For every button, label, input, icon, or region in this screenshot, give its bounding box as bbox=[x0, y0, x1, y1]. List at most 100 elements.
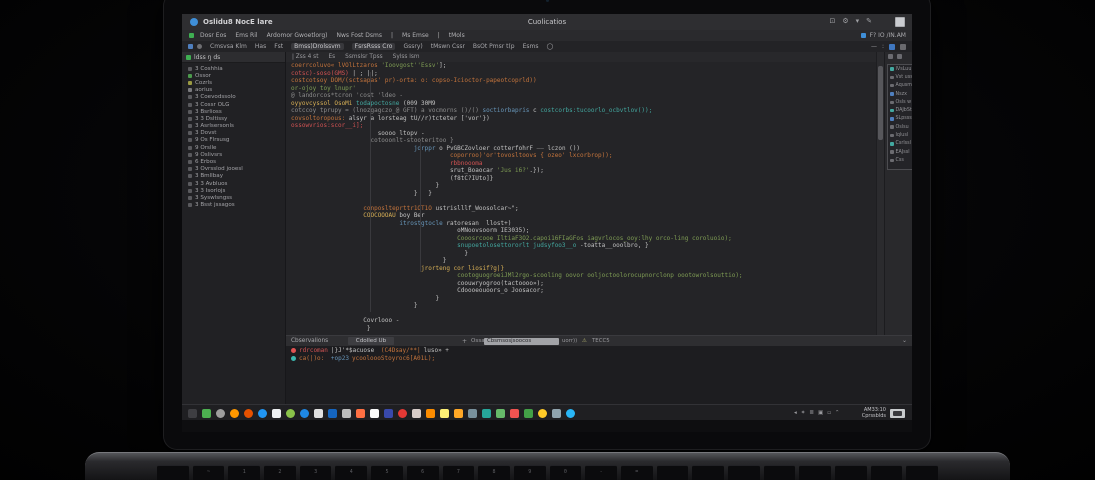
toolbar-item[interactable]: Cmsvsa Klm bbox=[210, 43, 247, 50]
tree-item[interactable]: 9 Orslle bbox=[182, 144, 285, 151]
menu-item[interactable]: | bbox=[391, 32, 393, 39]
tree-item[interactable]: Cozrls bbox=[182, 79, 285, 86]
console-search-box[interactable]: Cbsmsosjsoocos bbox=[484, 338, 559, 345]
structure-sort-icon[interactable] bbox=[897, 54, 902, 59]
taskbar-app-1-icon[interactable] bbox=[188, 409, 197, 418]
tree-item[interactable]: 3 Bsrlioss bbox=[182, 108, 285, 115]
tree-item[interactable]: 3 3 Avbluos bbox=[182, 180, 285, 187]
taskbar-app-8-icon[interactable] bbox=[286, 409, 295, 418]
structure-item[interactable]: Oslsu bbox=[888, 123, 912, 131]
debug-icon[interactable] bbox=[197, 44, 202, 49]
chevron-down-icon[interactable]: ⌄ bbox=[902, 337, 907, 344]
menu-item[interactable]: Ardomor Gwoetlorg) bbox=[267, 32, 328, 39]
editor-tab[interactable]: Sylss lsm bbox=[393, 54, 420, 60]
code-editor[interactable]: coerrcoluvo« lVOlLtzaros 'Ioovgost''Essv… bbox=[286, 62, 876, 335]
toolbar-item[interactable]: Gssry) bbox=[403, 43, 422, 50]
taskbar-app-18-icon[interactable] bbox=[426, 409, 435, 418]
menu-item[interactable]: Ems Ril bbox=[235, 32, 257, 39]
taskbar-app-21-icon[interactable] bbox=[468, 409, 477, 418]
taskbar-app-12-icon[interactable] bbox=[342, 409, 351, 418]
taskbar-app-16-icon[interactable] bbox=[398, 409, 407, 418]
scrollbar-thumb[interactable] bbox=[878, 66, 883, 140]
taskbar-clock[interactable]: AM33:10 Cprssblds bbox=[850, 407, 886, 419]
taskbar-app-25-icon[interactable] bbox=[524, 409, 533, 418]
taskbar-app-24-icon[interactable] bbox=[510, 409, 519, 418]
structure-item[interactable]: IVsLuu bbox=[888, 65, 912, 73]
toolbar-item[interactable]: Esms bbox=[523, 43, 539, 50]
panel-icon[interactable] bbox=[900, 44, 906, 50]
taskbar-app-5-icon[interactable] bbox=[244, 409, 253, 418]
tree-item[interactable]: 3 Syswlsngss bbox=[182, 194, 285, 201]
toolbar-item[interactable]: tMswn Cssr bbox=[431, 43, 465, 50]
tree-item[interactable]: 3 Ovrsslod jooesl bbox=[182, 166, 285, 173]
structure-item[interactable]: SLpssst bbox=[888, 115, 912, 123]
tray-icon[interactable]: ◂ bbox=[794, 410, 797, 416]
toolbar-item[interactable]: BsOt Pmsr t(p bbox=[473, 43, 515, 50]
layout-icon[interactable] bbox=[889, 44, 895, 50]
taskbar-app-6-icon[interactable] bbox=[258, 409, 267, 418]
run-icon[interactable] bbox=[188, 44, 193, 49]
project-tree-header[interactable]: ldss ŋ ds bbox=[182, 52, 285, 63]
taskbar-app-3-icon[interactable] bbox=[216, 409, 225, 418]
structure-item[interactable]: Aqusm bbox=[888, 82, 912, 90]
tree-item[interactable]: 3 Coevodssolo bbox=[182, 94, 285, 101]
console-panel-label[interactable]: Cbservalions bbox=[291, 338, 328, 344]
taskbar-app-14-icon[interactable] bbox=[370, 409, 379, 418]
taskbar-app-19-icon[interactable] bbox=[440, 409, 449, 418]
tree-item[interactable]: 3 3 Isorlojs bbox=[182, 187, 285, 194]
taskbar-app-22-icon[interactable] bbox=[482, 409, 491, 418]
menu-item[interactable]: tMols bbox=[449, 32, 465, 39]
menu-item[interactable]: Nws Fost Dsms bbox=[337, 32, 382, 39]
tray-icon[interactable]: ⌃ bbox=[835, 410, 840, 416]
structure-item[interactable]: Osls w bbox=[888, 98, 912, 106]
show-desktop-button[interactable] bbox=[890, 409, 905, 418]
split-icon[interactable]: : bbox=[882, 43, 884, 50]
tree-item[interactable]: 3 Coshhia bbox=[182, 65, 285, 72]
menu-item[interactable]: Dosr Eos bbox=[200, 32, 226, 39]
structure-item[interactable]: DAJbSt bbox=[888, 106, 912, 114]
taskbar-app-13-icon[interactable] bbox=[356, 409, 365, 418]
structure-item[interactable]: Nszx bbox=[888, 90, 912, 98]
tree-item[interactable]: 6 Erbos bbox=[182, 158, 285, 165]
structure-item[interactable]: EAJssl bbox=[888, 148, 912, 156]
taskbar-app-27-icon[interactable] bbox=[552, 409, 561, 418]
tray-icon[interactable]: ▣ bbox=[818, 410, 823, 416]
toolbar-item[interactable]: FsrsRsss Cro bbox=[352, 43, 396, 50]
tree-item[interactable]: aorius bbox=[182, 87, 285, 94]
tree-item[interactable]: 3 Asrlsersonls bbox=[182, 123, 285, 130]
toolbar-item[interactable]: ◯ bbox=[547, 43, 554, 50]
toolbar-item[interactable]: Fst bbox=[274, 43, 283, 50]
titlebar-icon[interactable]: ▾ bbox=[856, 17, 860, 25]
minimize-icon[interactable]: — bbox=[871, 43, 877, 50]
structure-item[interactable]: Iqlusl bbox=[888, 131, 912, 139]
taskbar-app-11-icon[interactable] bbox=[328, 409, 337, 418]
window-control-icon[interactable] bbox=[895, 17, 905, 27]
console-tab[interactable]: Cdolled Ub bbox=[348, 337, 394, 345]
tree-item[interactable]: 3 Bmllbay bbox=[182, 173, 285, 180]
taskbar-app-26-icon[interactable] bbox=[538, 409, 547, 418]
taskbar-app-23-icon[interactable] bbox=[496, 409, 505, 418]
structure-item[interactable]: Vst uss bbox=[888, 73, 912, 81]
toolbar-item[interactable]: Bmss)Drolssvm bbox=[291, 43, 344, 50]
tree-item[interactable]: 3 Dovst bbox=[182, 130, 285, 137]
editor-tab[interactable]: | Zss 4 st bbox=[292, 54, 318, 60]
structure-item[interactable]: Css bbox=[888, 156, 912, 164]
taskbar-app-4-icon[interactable] bbox=[230, 409, 239, 418]
titlebar-icon[interactable]: ⊡ bbox=[829, 17, 835, 25]
tray-icon[interactable]: ≣ bbox=[809, 410, 814, 416]
taskbar-app-20-icon[interactable] bbox=[454, 409, 463, 418]
taskbar-app-2-icon[interactable] bbox=[202, 409, 211, 418]
add-tab-button[interactable]: + bbox=[462, 338, 467, 345]
taskbar-app-7-icon[interactable] bbox=[272, 409, 281, 418]
titlebar-icon[interactable]: ✎ bbox=[866, 17, 872, 25]
tray-icon[interactable]: ▫ bbox=[827, 410, 831, 416]
console-output[interactable]: rdrcoman|}J'*$acuose (C4Dsay/**|luso» +c… bbox=[286, 346, 912, 404]
menu-item[interactable]: | bbox=[438, 32, 440, 39]
toolbar-item[interactable]: Has bbox=[255, 43, 266, 50]
tree-item[interactable]: 3 Bsst jssagos bbox=[182, 202, 285, 209]
titlebar-icon[interactable]: ⚙ bbox=[842, 17, 848, 25]
editor-tab[interactable]: Ssmslsr Tpss bbox=[345, 54, 383, 60]
tree-item[interactable]: Ossor bbox=[182, 72, 285, 79]
tree-item[interactable]: 9 Os Flrsusg bbox=[182, 137, 285, 144]
tray-icon[interactable]: ✶ bbox=[801, 410, 806, 416]
